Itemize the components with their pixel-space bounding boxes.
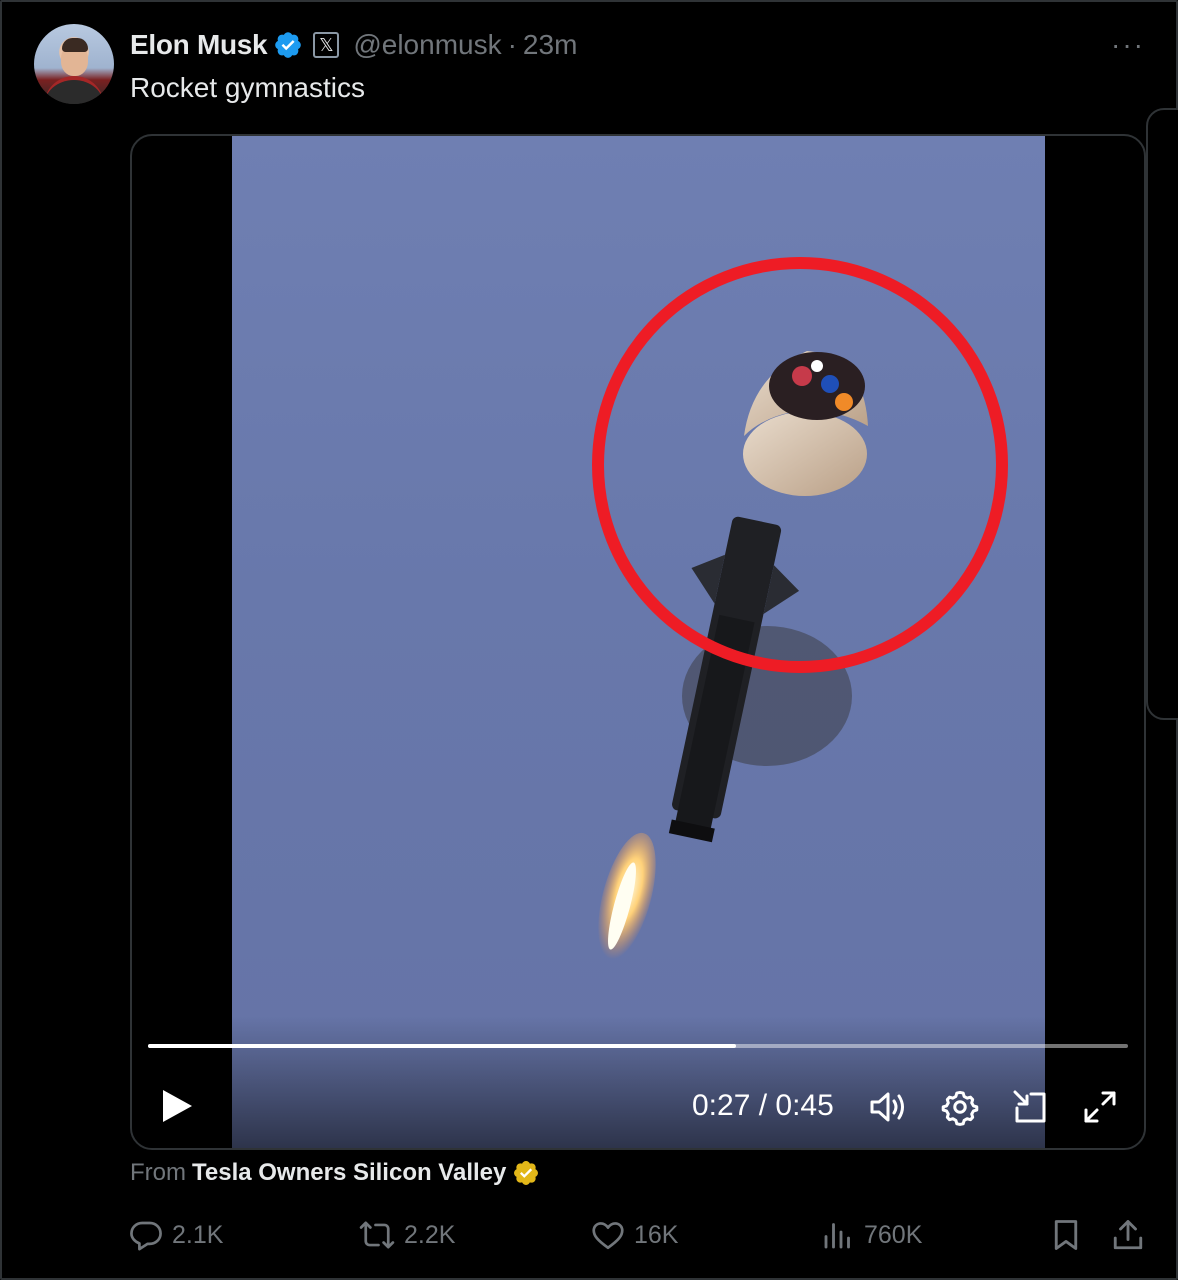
avatar-body [44, 76, 104, 104]
source-account-link[interactable]: Tesla Owners Silicon Valley [192, 1159, 506, 1187]
pip-icon [1013, 1090, 1046, 1123]
like-count: 16K [634, 1220, 679, 1249]
tweet-timestamp[interactable]: 23m [523, 29, 577, 61]
tweet-text: Rocket gymnastics [130, 72, 365, 103]
verified-badge-icon[interactable] [273, 30, 303, 60]
repost-button[interactable]: 2.2K [358, 1212, 455, 1258]
bookmark-button[interactable] [1048, 1212, 1092, 1258]
video-progress-bar[interactable] [148, 1044, 1128, 1048]
author-avatar[interactable] [34, 24, 114, 104]
video-timecode: 0:27 / 0:45 [692, 1089, 834, 1122]
video-progress-fill [148, 1044, 736, 1048]
views-count: 760K [864, 1220, 923, 1249]
repost-count: 2.2K [404, 1220, 456, 1249]
retweet-icon [359, 1221, 395, 1249]
reply-button[interactable]: 2.1K [128, 1212, 223, 1258]
settings-icon [941, 1090, 979, 1126]
tweet-actions: 2.1K 2.2K 16K 760K [128, 1212, 1152, 1258]
rocket-scene [592, 257, 1008, 960]
views-icon [824, 1223, 850, 1249]
views-button[interactable]: 760K [820, 1212, 922, 1258]
author-handle[interactable]: @elonmusk [353, 29, 501, 61]
gold-verified-icon [514, 1161, 539, 1185]
fullscreen-button[interactable] [1078, 1086, 1122, 1128]
video-player[interactable]: 0:27 / 0:45 [130, 134, 1146, 1150]
reply-count: 2.1K [172, 1220, 224, 1249]
reply-icon [130, 1221, 162, 1251]
avatar-hair [62, 38, 88, 52]
bookmark-icon [1054, 1220, 1078, 1250]
settings-button[interactable] [938, 1086, 982, 1128]
share-button[interactable] [1110, 1212, 1154, 1258]
like-icon [592, 1222, 624, 1250]
x-logo-icon: 𝕏 [313, 32, 340, 58]
like-button[interactable]: 16K [590, 1212, 678, 1258]
fullscreen-icon [1084, 1091, 1116, 1123]
author-name[interactable]: Elon Musk [130, 29, 268, 61]
play-icon [163, 1090, 192, 1122]
play-button[interactable] [152, 1084, 202, 1128]
picture-in-picture-button[interactable] [1008, 1086, 1052, 1128]
more-icon[interactable]: ··· [1108, 29, 1148, 60]
source-prefix: From [130, 1159, 186, 1186]
header-separator: · [507, 29, 517, 60]
tweet-header: Elon Musk 𝕏 @elonmusk · 23m [130, 26, 577, 64]
video-frame[interactable] [232, 136, 1045, 1148]
volume-icon [870, 1092, 904, 1122]
adjacent-panel-edge [1146, 108, 1178, 720]
video-source-attribution: From Tesla Owners Silicon Valley [130, 1156, 540, 1190]
cap-sticker [743, 351, 868, 496]
volume-button[interactable] [866, 1086, 910, 1128]
controls-gradient [132, 1016, 1144, 1148]
share-icon [1113, 1220, 1143, 1250]
